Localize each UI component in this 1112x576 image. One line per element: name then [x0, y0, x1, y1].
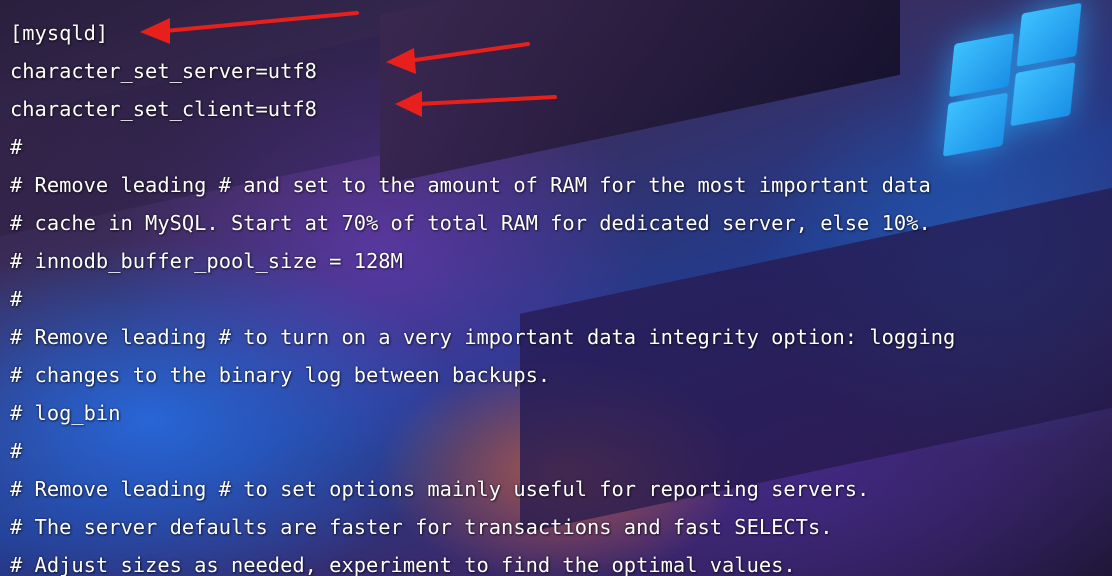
- config-line-character-set-client: character_set_client=utf8: [10, 97, 317, 121]
- config-comment-line: # The server defaults are faster for tra…: [10, 515, 833, 539]
- config-comment-line: # log_bin: [10, 401, 121, 425]
- logo-pane: [1010, 62, 1076, 127]
- config-comment-line: # Remove leading # and set to the amount…: [10, 173, 931, 197]
- config-line-character-set-server: character_set_server=utf8: [10, 59, 317, 83]
- config-comment-line: #: [10, 135, 23, 159]
- config-comment-line: # Remove leading # to set options mainly…: [10, 477, 870, 501]
- config-file-text[interactable]: [mysqld] character_set_server=utf8 chara…: [10, 14, 955, 576]
- config-comment-line: # changes to the binary log between back…: [10, 363, 551, 387]
- config-comment-line: #: [10, 439, 23, 463]
- config-section-header: [mysqld]: [10, 21, 109, 45]
- windows-logo-icon: [941, 0, 1112, 179]
- config-comment-line: # cache in MySQL. Start at 70% of total …: [10, 211, 931, 235]
- config-comment-line: #: [10, 287, 23, 311]
- logo-pane: [948, 33, 1015, 98]
- logo-pane: [1016, 2, 1082, 67]
- config-comment-line: # Adjust sizes as needed, experiment to …: [10, 553, 796, 576]
- config-comment-line: # innodb_buffer_pool_size = 128M: [10, 249, 403, 273]
- config-comment-line: # Remove leading # to turn on a very imp…: [10, 325, 956, 349]
